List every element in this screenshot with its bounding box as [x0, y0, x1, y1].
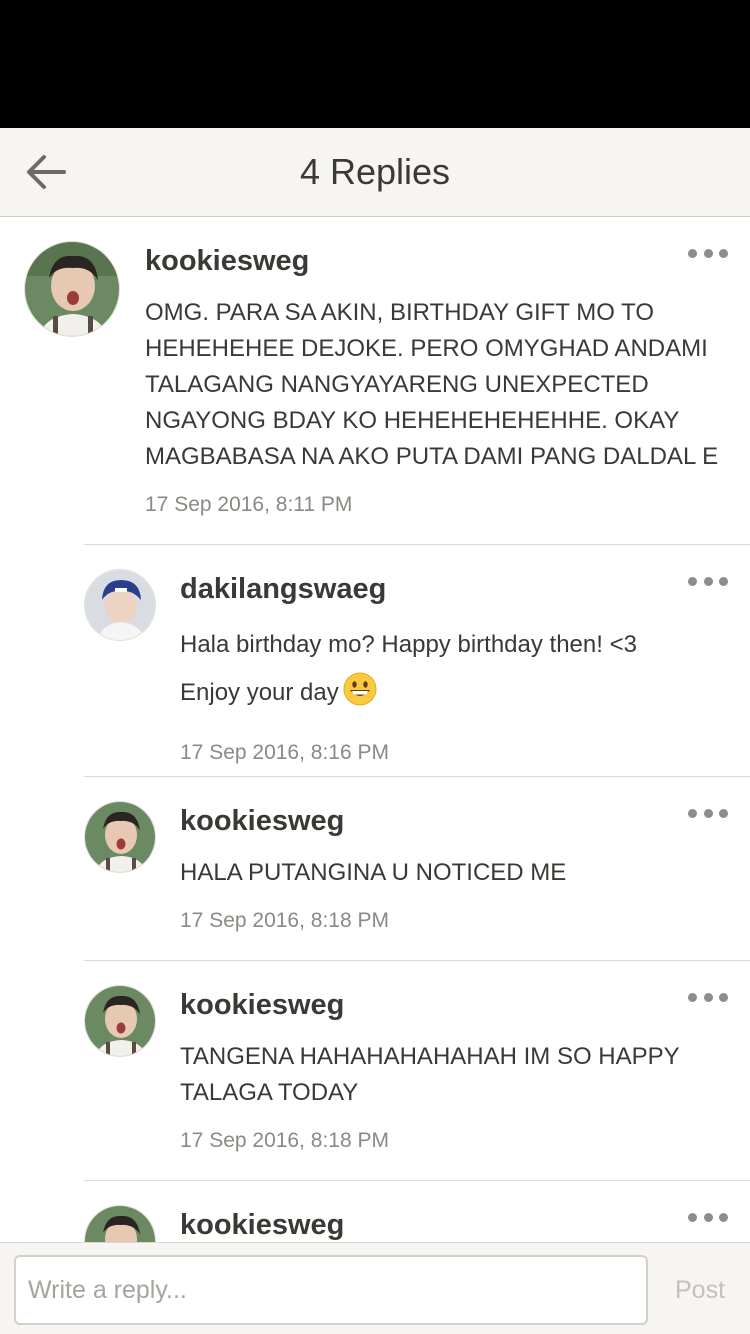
comment-line: NGAYONG BDAY KO HEHEHEHEHEHHE. OKAY [145, 407, 680, 434]
reply-composer: Post [0, 1242, 750, 1334]
dot-icon [719, 1212, 728, 1222]
dot-icon [688, 808, 697, 818]
reply-item: kookiesweg HALA PUTANGINA U NOTICED ME 1… [0, 777, 750, 961]
comment-line-text: Enjoy your day [180, 679, 339, 706]
more-options-button[interactable] [688, 987, 728, 1007]
more-options-button[interactable] [688, 571, 728, 591]
timestamp: 17 Sep 2016, 8:16 PM [180, 741, 389, 764]
username[interactable]: kookiesweg [145, 245, 309, 278]
dot-icon [719, 576, 728, 586]
post-button[interactable]: Post [660, 1255, 740, 1325]
comment-line: HEHEHEHEE DEJOKE. PERO OMYGHAD ANDAMI [145, 335, 708, 362]
comment-line: TALAGANG NANGYAYARENG UNEXPECTED [145, 371, 649, 398]
timestamp: 17 Sep 2016, 8:11 PM [145, 493, 353, 516]
reply-item: kookiesweg TANGENA HAHAHAHAHAHAH IM SO H… [0, 961, 750, 1181]
comment-line: MAGBABASA NA AKO PUTA DAMI PANG DALDAL E [145, 443, 719, 470]
main-comment: kookiesweg OMG. PARA SA AKIN, BIRTHDAY G… [0, 217, 750, 545]
comment-line: TALAGA TODAY [180, 1079, 359, 1106]
page-title: 4 Replies [299, 151, 451, 192]
comment-text: OMG. PARA SA AKIN, BIRTHDAY GIFT MO TO H… [145, 295, 718, 475]
timestamp: 17 Sep 2016, 8:18 PM [180, 909, 389, 932]
comment-line: Enjoy your day [180, 669, 637, 717]
dot-icon [703, 992, 713, 1002]
username[interactable]: kookiesweg [180, 989, 344, 1022]
comment-text: HALA PUTANGINA U NOTICED ME [180, 855, 566, 891]
reply-item: kookiesweg [0, 1181, 750, 1242]
grinning-face-emoji [343, 672, 377, 706]
dot-icon [703, 248, 713, 258]
username[interactable]: dakilangswaeg [180, 573, 386, 606]
avatar[interactable] [84, 1205, 156, 1242]
comment-line: Hala birthday mo? Happy birthday then! <… [180, 631, 637, 658]
reply-input[interactable] [14, 1255, 648, 1325]
status-bar [0, 0, 750, 128]
avatar[interactable] [84, 801, 156, 873]
username[interactable]: kookiesweg [180, 805, 344, 838]
avatar[interactable] [24, 241, 120, 337]
dot-icon [703, 576, 713, 586]
comment-text: Hala birthday mo? Happy birthday then! <… [180, 621, 637, 717]
username[interactable]: kookiesweg [180, 1209, 344, 1242]
more-options-button[interactable] [688, 803, 728, 823]
comment-line: HALA PUTANGINA U NOTICED ME [180, 859, 567, 886]
avatar[interactable] [84, 985, 156, 1057]
avatar[interactable] [84, 569, 156, 641]
dot-icon [719, 808, 728, 818]
dot-icon [688, 992, 697, 1002]
dot-icon [688, 248, 697, 258]
timestamp: 17 Sep 2016, 8:18 PM [180, 1129, 389, 1152]
dot-icon [719, 248, 728, 258]
top-bar: 4 Replies [0, 128, 750, 217]
more-options-button[interactable] [688, 243, 728, 263]
dot-icon [703, 808, 713, 818]
more-options-button[interactable] [688, 1207, 728, 1227]
reply-thread[interactable]: kookiesweg OMG. PARA SA AKIN, BIRTHDAY G… [0, 217, 750, 1242]
dot-icon [719, 992, 728, 1002]
dot-icon [703, 1212, 713, 1222]
dot-icon [688, 1212, 697, 1222]
comment-line: TANGENA HAHAHAHAHAHAH IM SO HAPPY [180, 1043, 680, 1070]
reply-item: dakilangswaeg Hala birthday mo? Happy bi… [0, 545, 750, 777]
comment-text: TANGENA HAHAHAHAHAHAH IM SO HAPPY TALAGA… [180, 1039, 680, 1111]
dot-icon [688, 576, 697, 586]
comment-line: OMG. PARA SA AKIN, BIRTHDAY GIFT MO TO [145, 299, 655, 326]
